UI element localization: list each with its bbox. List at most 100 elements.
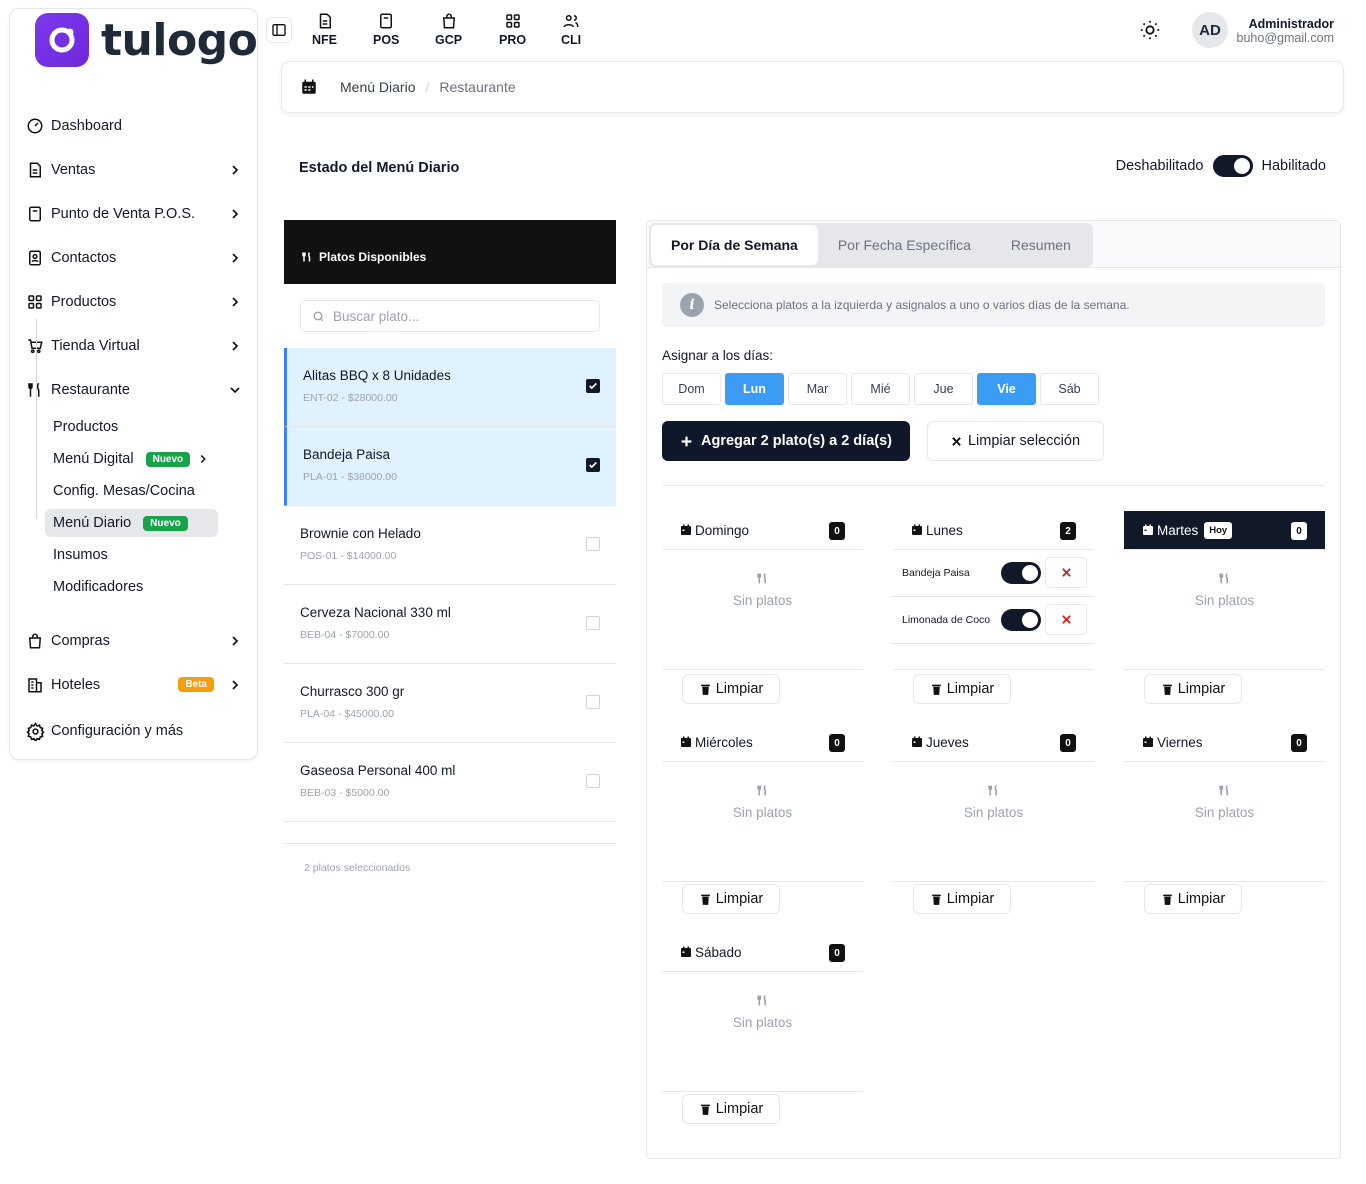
module-pos[interactable]: POS xyxy=(373,12,399,47)
sidebar-item-contactos[interactable]: Contactos xyxy=(25,243,247,273)
day-button-vie[interactable]: Vie xyxy=(977,373,1036,405)
dish-name: Cerveza Nacional 330 ml xyxy=(300,605,451,620)
tab-por-dia[interactable]: Por Día de Semana xyxy=(651,225,818,265)
module-gcp[interactable]: GCP xyxy=(435,12,462,47)
clear-day-button[interactable]: Limpiar xyxy=(1144,674,1242,704)
tab-resumen[interactable]: Resumen xyxy=(991,225,1091,265)
clear-day-button[interactable]: Limpiar xyxy=(682,884,780,914)
day-button-sab[interactable]: Sáb xyxy=(1040,373,1099,405)
info-text: Selecciona platos a la izquierda y asign… xyxy=(714,298,1130,312)
divider xyxy=(284,843,616,844)
avatar[interactable]: AD xyxy=(1192,12,1228,48)
divider xyxy=(662,485,1325,486)
dish-name: Bandeja Paisa xyxy=(303,447,391,462)
dish-item[interactable]: Gaseosa Personal 400 ml BEB-03 - $5000.0… xyxy=(284,743,616,822)
module-cli[interactable]: CLI xyxy=(561,12,581,47)
sidebar-sub-insumos[interactable]: Insumos xyxy=(53,541,108,569)
sidebar-item-pos[interactable]: Punto de Venta P.O.S. xyxy=(25,199,247,229)
calendar-icon xyxy=(680,946,692,958)
dish-checkbox[interactable] xyxy=(586,537,600,551)
theme-toggle-button[interactable] xyxy=(1139,19,1161,41)
calendar-icon xyxy=(680,736,692,748)
dish-checkbox[interactable] xyxy=(586,616,600,630)
empty-state: Sin platos xyxy=(1124,762,1325,882)
remove-dish-button[interactable] xyxy=(1045,557,1087,588)
day-name: Sábado xyxy=(695,944,742,960)
breadcrumb-parent[interactable]: Menú Diario xyxy=(340,79,415,95)
dish-panel: Platos Disponibles Buscar plato... Alita… xyxy=(284,220,616,822)
brand-logo[interactable]: tulogo xyxy=(35,13,258,67)
dish-name: Alitas BBQ x 8 Unidades xyxy=(303,368,451,383)
clear-day-button[interactable]: Limpiar xyxy=(1144,884,1242,914)
users-icon xyxy=(563,15,579,28)
clear-day-button[interactable]: Limpiar xyxy=(913,884,1011,914)
menu-status-toggle: Deshabilitado Habilitado xyxy=(1116,155,1326,177)
search-input[interactable]: Buscar plato... xyxy=(300,300,600,332)
dish-item[interactable]: Brownie con Helado POS-01 - $14000.00 xyxy=(284,506,616,585)
sidebar-sub-config-mesas[interactable]: Config. Mesas/Cocina xyxy=(53,477,195,505)
calendar-icon xyxy=(302,79,316,94)
close-icon xyxy=(1061,615,1071,624)
utensils-icon xyxy=(987,784,1000,797)
day-button-dom[interactable]: Dom xyxy=(662,373,721,405)
add-dishes-button[interactable]: Agregar 2 plato(s) a 2 día(s) xyxy=(662,421,910,461)
tab-por-fecha[interactable]: Por Fecha Específica xyxy=(818,225,991,265)
dish-checkbox[interactable] xyxy=(586,458,600,472)
user-name: Administrador xyxy=(1248,17,1334,31)
dish-code: ENT-02 - $28000.00 xyxy=(303,392,398,404)
sidebar-item-productos[interactable]: Productos xyxy=(25,287,247,317)
utensils-icon xyxy=(756,784,769,797)
sidebar-item-restaurante[interactable]: Restaurante xyxy=(25,375,247,405)
dish-checkbox[interactable] xyxy=(586,774,600,788)
clear-day-button[interactable]: Limpiar xyxy=(913,674,1011,704)
sub-label: Menú Diario xyxy=(53,515,132,531)
tab-group: Por Día de Semana Por Fecha Específica R… xyxy=(649,223,1093,267)
dish-item[interactable]: Bandeja Paisa PLA-01 - $38000.00 xyxy=(284,427,616,506)
sidebar-item-label: Tienda Virtual xyxy=(51,338,140,354)
sidebar-item-hoteles[interactable]: Hoteles Beta xyxy=(25,670,247,700)
sidebar-item-ventas[interactable]: Ventas xyxy=(25,155,247,185)
sidebar-item-compras[interactable]: Compras xyxy=(25,626,247,656)
day-button-lun[interactable]: Lun xyxy=(725,373,784,405)
sidebar-sub-menu-diario[interactable]: Menú Diario Nuevo xyxy=(45,509,218,537)
sidebar-sub-productos[interactable]: Productos xyxy=(53,413,118,441)
toggle-sidebar-button[interactable] xyxy=(266,17,292,43)
pos-icon xyxy=(380,13,393,29)
module-pro[interactable]: PRO xyxy=(499,12,526,47)
sidebar-item-label: Ventas xyxy=(51,162,96,178)
sidebar-item-tienda-virtual[interactable]: Tienda Virtual xyxy=(25,331,247,361)
empty-state: Sin platos xyxy=(662,762,863,882)
day-button-jue[interactable]: Jue xyxy=(914,373,973,405)
dish-item[interactable]: Churrasco 300 gr PLA-04 - $45000.00 xyxy=(284,664,616,743)
sidebar-sub-modificadores[interactable]: Modificadores xyxy=(53,573,143,601)
day-name: Lunes xyxy=(926,522,963,538)
remove-dish-button[interactable] xyxy=(1045,604,1087,635)
assigned-dish-name: Bandeja Paisa xyxy=(902,567,970,579)
clear-button-label: Limpiar selección xyxy=(967,433,1081,449)
day-button-mie[interactable]: Mié xyxy=(851,373,910,405)
dish-item[interactable]: Cerveza Nacional 330 ml BEB-04 - $7000.0… xyxy=(284,585,616,664)
day-selector: Dom Lun Mar Mié Jue Vie Sáb xyxy=(662,373,1099,405)
pos-icon xyxy=(25,204,45,224)
day-card-lunes: Lunes 2 Bandeja Paisa Limonada de Coco L… xyxy=(893,511,1094,704)
sidebar-sub-menu-digital[interactable]: Menú Digital Nuevo xyxy=(53,445,210,473)
sidebar-item-configuracion[interactable]: Configuración y más xyxy=(25,716,247,746)
sidebar-item-dashboard[interactable]: Dashboard xyxy=(25,111,247,141)
dish-item[interactable]: Alitas BBQ x 8 Unidades ENT-02 - $28000.… xyxy=(284,348,616,427)
dish-checkbox[interactable] xyxy=(586,379,600,393)
trash-icon xyxy=(930,893,943,906)
dish-active-toggle[interactable] xyxy=(1001,562,1041,584)
enable-switch[interactable] xyxy=(1212,155,1253,177)
dish-active-toggle[interactable] xyxy=(1001,609,1041,631)
grid-icon xyxy=(25,292,45,312)
calendar-icon xyxy=(911,524,923,536)
chevron-right-icon xyxy=(227,206,243,222)
user-info[interactable]: Administrador buho@gmail.com xyxy=(1237,17,1334,45)
clear-day-button[interactable]: Limpiar xyxy=(682,674,780,704)
dish-checkbox[interactable] xyxy=(586,695,600,709)
clear-day-button[interactable]: Limpiar xyxy=(682,1094,780,1124)
clear-day-label: Limpiar xyxy=(715,681,764,697)
clear-selection-button[interactable]: Limpiar selección xyxy=(927,421,1104,461)
module-nfe[interactable]: NFE xyxy=(312,12,337,47)
day-button-mar[interactable]: Mar xyxy=(788,373,847,405)
